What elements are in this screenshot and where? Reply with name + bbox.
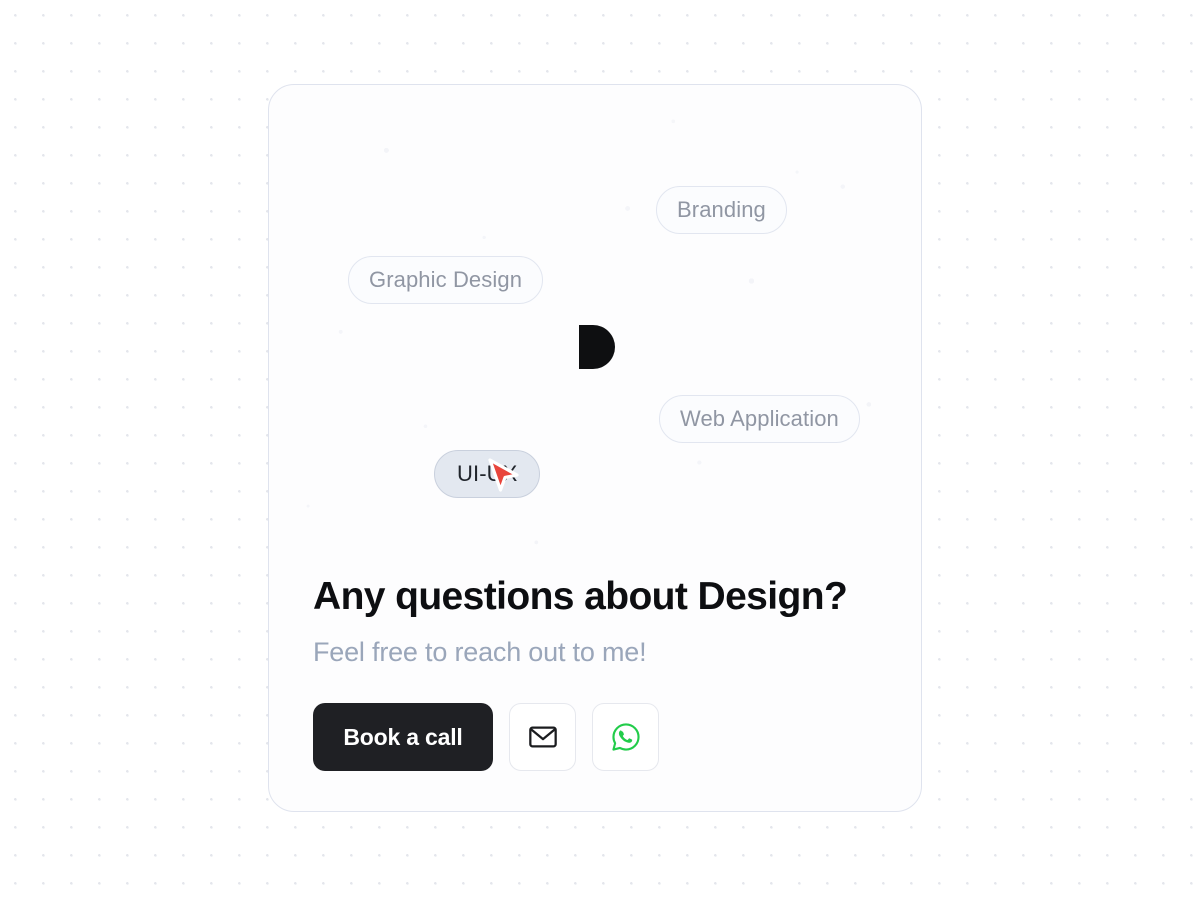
tag-pill-graphic-design[interactable]: Graphic Design — [348, 256, 544, 304]
page-title: Any questions about Design? — [313, 575, 848, 618]
book-a-call-label: Book a call — [343, 723, 463, 750]
page-subtitle: Feel free to reach out to me! — [313, 637, 647, 667]
tag-pill-label: UI-UX — [457, 461, 518, 486]
tag-pill-ui-ux[interactable]: UI-UX — [434, 450, 541, 498]
action-button-row: Book a call — [313, 703, 659, 771]
tag-pill-branding[interactable]: Branding — [656, 186, 787, 234]
tag-pill-label: Branding — [677, 197, 766, 222]
contact-card: Branding Graphic Design Web Application … — [268, 84, 922, 812]
email-button[interactable] — [509, 703, 576, 771]
tag-pill-label: Web Application — [680, 406, 839, 431]
envelope-icon — [528, 726, 557, 748]
tag-pill-label: Graphic Design — [369, 267, 523, 292]
d-logo-icon — [579, 325, 615, 369]
whatsapp-icon — [611, 723, 640, 751]
tag-pill-web-application[interactable]: Web Application — [659, 395, 860, 443]
whatsapp-button[interactable] — [592, 703, 659, 771]
book-a-call-button[interactable]: Book a call — [313, 703, 493, 771]
